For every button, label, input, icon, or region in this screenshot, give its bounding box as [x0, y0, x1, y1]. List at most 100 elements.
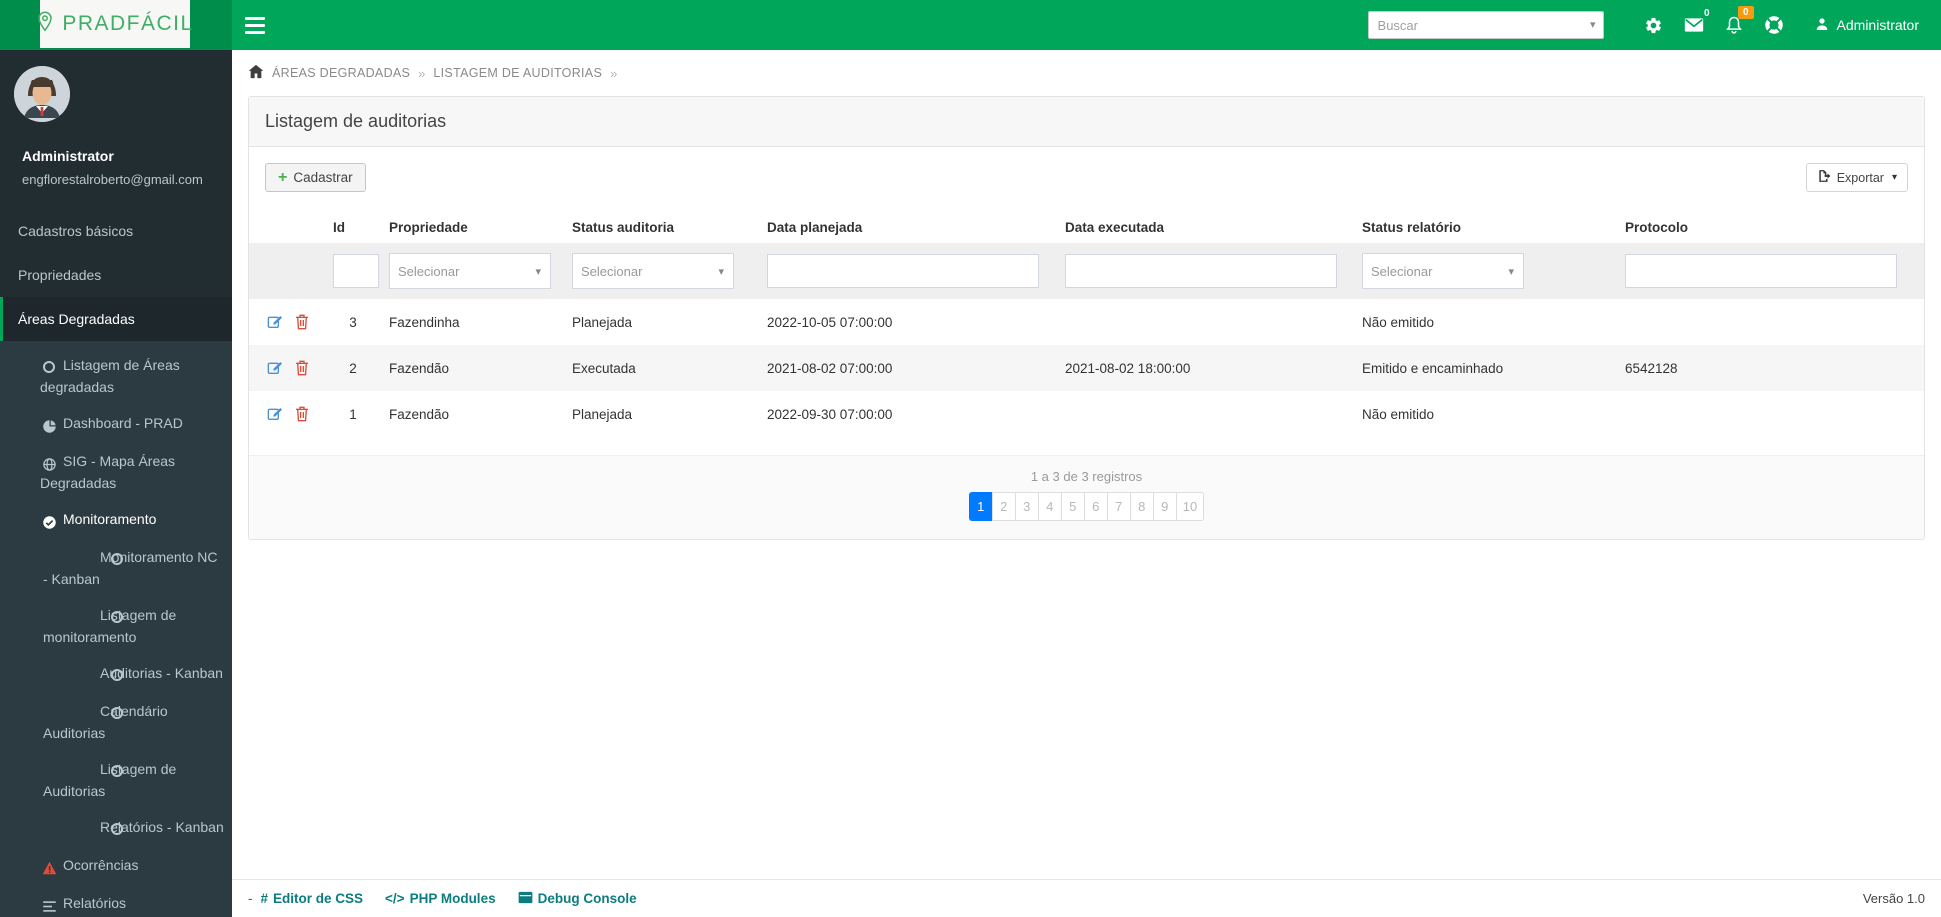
page-button-6[interactable]: 6: [1083, 492, 1108, 521]
sidebar-item-sig-mapa[interactable]: SIG - Mapa Áreas Degradadas: [0, 443, 232, 501]
breadcrumb-separator: »: [610, 65, 618, 81]
sidebar-item-ocorrencias[interactable]: Ocorrências: [0, 847, 232, 885]
sidebar-item-areas-degradadas[interactable]: Áreas Degradadas: [0, 297, 232, 341]
table-row: 2 Fazendão Executada 2021-08-02 07:00:00…: [249, 345, 1924, 391]
notifications-count-badge: 0: [1737, 6, 1754, 19]
sidebar-item-calendario-auditorias[interactable]: Calendário Auditorias: [0, 693, 232, 751]
column-header-propriedade[interactable]: Propriedade: [381, 212, 564, 243]
circle-icon: [77, 549, 123, 569]
chevron-down-icon: ▾: [1891, 172, 1897, 183]
code-icon: </>: [385, 891, 405, 906]
page-button-7[interactable]: 7: [1106, 492, 1131, 521]
page-button-10[interactable]: 10: [1175, 492, 1205, 521]
page-button-3[interactable]: 3: [1014, 492, 1039, 521]
pagination-summary: 1 a 3 de 3 registros: [1030, 469, 1143, 484]
breadcrumb-separator: »: [418, 65, 426, 81]
sidebar-item-relatorios-kanban[interactable]: Relatórios - Kanban: [0, 809, 232, 847]
trash-icon[interactable]: [295, 406, 309, 422]
sidebar-item-auditorias-kanban[interactable]: Auditorias - Kanban: [0, 655, 232, 693]
page-button-5[interactable]: 5: [1060, 492, 1085, 521]
breadcrumb-item[interactable]: ÁREAS DEGRADADAS: [272, 66, 410, 80]
table-header-row: Id Propriedade Status auditoria Data pla…: [249, 212, 1924, 243]
cell-id: 1: [349, 406, 357, 422]
sidebar-toggle-icon[interactable]: [245, 12, 275, 38]
circle-icon: [77, 703, 123, 723]
filter-id-input[interactable]: [333, 254, 379, 288]
sidebar-item-monitoramento[interactable]: Monitoramento: [0, 501, 232, 539]
filter-status-auditoria-select[interactable]: Selecionar ▾: [572, 253, 734, 289]
trash-icon[interactable]: [295, 314, 309, 330]
edit-icon[interactable]: [267, 360, 283, 376]
column-header-status-relatorio[interactable]: Status relatório: [1354, 212, 1617, 243]
messages-button[interactable]: 0: [1674, 0, 1714, 50]
footer-link-php-modules[interactable]: </> PHP Modules: [385, 891, 496, 906]
page-button-2[interactable]: 2: [991, 492, 1016, 521]
column-header-id[interactable]: Id: [325, 212, 381, 243]
notifications-button[interactable]: 0: [1714, 0, 1754, 50]
column-header-data-planejada[interactable]: Data planejada: [759, 212, 1057, 243]
cell-data-planejada: 2022-09-30 07:00:00: [767, 406, 893, 422]
cell-id: 2: [325, 345, 381, 391]
sidebar-item-cadastros-basicos[interactable]: Cadastros básicos: [0, 209, 232, 253]
footer-link-debug-console[interactable]: Debug Console: [518, 891, 637, 907]
page-button-4[interactable]: 4: [1037, 492, 1062, 521]
footer-link-css-editor[interactable]: # Editor de CSS: [261, 891, 364, 906]
sidebar-user-email: engflorestalroberto@gmail.com: [22, 172, 203, 187]
export-icon: [1817, 169, 1831, 186]
filter-status-relatorio-select[interactable]: Selecionar ▾: [1362, 253, 1524, 289]
auditorias-table: Id Propriedade Status auditoria Data pla…: [249, 212, 1924, 437]
column-header-status-auditoria[interactable]: Status auditoria: [564, 212, 759, 243]
breadcrumb-item[interactable]: LISTAGEM DE AUDITORIAS: [433, 66, 602, 80]
sidebar-item-listagem-monitoramento[interactable]: Listagem de monitoramento: [0, 597, 232, 655]
page-button-8[interactable]: 8: [1129, 492, 1154, 521]
add-button[interactable]: + Cadastrar: [265, 163, 366, 192]
column-header-data-executada[interactable]: Data executada: [1057, 212, 1354, 243]
sidebar-item-listagem-auditorias[interactable]: Listagem de Auditorias: [0, 751, 232, 809]
cell-propriedade: Fazendão: [389, 406, 450, 422]
sidebar-item-label: Áreas Degradadas: [18, 311, 135, 327]
column-header-protocolo[interactable]: Protocolo: [1617, 212, 1924, 243]
sidebar-item-listagem-areas-degradadas[interactable]: Listagem de Áreas degradadas: [0, 347, 232, 405]
edit-icon[interactable]: [267, 406, 283, 422]
sidebar-item-relatorios[interactable]: Relatórios: [0, 885, 232, 917]
global-search[interactable]: ▾: [1367, 11, 1604, 39]
circle-icon: [77, 665, 123, 685]
sidebar-item-label: Cadastros básicos: [18, 223, 134, 239]
trash-icon[interactable]: [295, 360, 309, 376]
settings-button[interactable]: [1634, 0, 1674, 50]
user-icon: [1814, 16, 1830, 35]
cell-propriedade: Fazendão: [381, 345, 564, 391]
sidebar-item-dashboard-prad[interactable]: Dashboard - PRAD: [0, 405, 232, 443]
export-button[interactable]: Exportar ▾: [1805, 163, 1908, 192]
edit-icon[interactable]: [267, 314, 283, 330]
filter-data-executada-input[interactable]: [1065, 254, 1337, 288]
sidebar-item-monitoramento-nc-kanban[interactable]: Monitoramento NC - Kanban: [0, 539, 232, 597]
home-icon[interactable]: [248, 64, 264, 82]
page-button-9[interactable]: 9: [1152, 492, 1177, 521]
filter-protocolo-input[interactable]: [1625, 254, 1897, 288]
cell-status-auditoria: Executada: [564, 345, 759, 391]
user-menu[interactable]: Administrator: [1794, 0, 1931, 50]
card-body: + Cadastrar Exportar ▾ Id Propriedade St…: [249, 147, 1924, 539]
cell-status-auditoria: Planejada: [572, 406, 633, 422]
logo-area[interactable]: PRADFÁCIL: [0, 0, 232, 50]
gear-icon: [1644, 16, 1663, 35]
help-button[interactable]: [1754, 0, 1794, 50]
sidebar-item-label: Monitoramento NC - Kanban: [43, 549, 218, 587]
filter-propriedade-select[interactable]: Selecionar ▾: [389, 253, 551, 289]
table-toolbar: + Cadastrar Exportar ▾: [249, 163, 1924, 192]
cell-propriedade: Fazendinha: [389, 314, 460, 330]
sidebar-item-label: Listagem de Auditorias: [43, 761, 177, 799]
filter-data-planejada-input[interactable]: [767, 254, 1039, 288]
page-button-1[interactable]: 1: [968, 492, 993, 521]
pie-chart-icon: [40, 415, 58, 435]
sidebar-item-label: Calendário Auditorias: [43, 703, 168, 741]
table-row: 3 Fazendinha Planejada 2022-10-05 07:00:…: [249, 299, 1924, 345]
sidebar-item-propriedades[interactable]: Propriedades: [0, 253, 232, 297]
search-input[interactable]: [1367, 11, 1604, 39]
chevron-down-icon: ▾: [1508, 265, 1514, 278]
sidebar-user-panel: Administrator engflorestalroberto@gmail.…: [0, 50, 232, 197]
footer-link-label: Editor de CSS: [273, 891, 364, 906]
card-header: Listagem de auditorias: [249, 97, 1924, 147]
select-placeholder: Selecionar: [1371, 263, 1433, 279]
